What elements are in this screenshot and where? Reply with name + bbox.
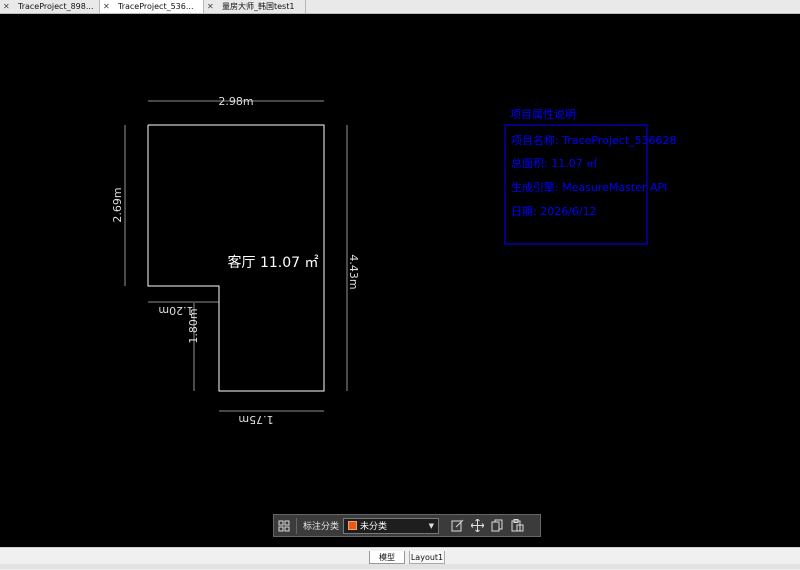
close-icon[interactable]: ✕	[103, 0, 110, 13]
document-tab-label: 量房大师_韩国test1	[222, 2, 295, 11]
dim-label-top: 2.98m	[218, 95, 253, 108]
copy-button[interactable]	[487, 516, 507, 536]
info-line-date: 日期: 2026/6/12	[511, 205, 597, 218]
document-tab-2[interactable]: ✕ TraceProject_536...	[100, 0, 204, 13]
document-tab-1[interactable]: ✕ TraceProject_898...	[0, 0, 100, 13]
dim-label-notch-horizontal: 1.20m	[158, 304, 193, 317]
move-button[interactable]	[467, 516, 487, 536]
chevron-down-icon: ▼	[428, 521, 435, 530]
status-strip	[0, 564, 800, 569]
tab-model[interactable]: 模型	[369, 551, 405, 564]
annotation-category-label: 标注分类	[303, 522, 340, 532]
category-value: 未分类	[360, 522, 388, 532]
copy-icon	[491, 519, 503, 532]
annotation-toolbar: 标注分类 未分类 ▼	[273, 514, 541, 537]
grid-view-button[interactable]	[274, 516, 294, 536]
annotation-category-select[interactable]: 未分类 ▼	[343, 517, 440, 534]
dim-label-bottom: 1.75m	[238, 413, 273, 426]
tab-layout1[interactable]: Layout1	[409, 551, 445, 564]
info-line-project: 项目名称: TraceProject_536628	[511, 133, 677, 147]
dim-label-left: 2.69m	[111, 187, 124, 222]
document-tab-3[interactable]: ✕ 量房大师_韩国test1	[204, 0, 306, 13]
edit-button[interactable]	[447, 516, 467, 536]
info-line-engine: 生成引擎: MeasureMaster API	[511, 180, 667, 194]
category-color-swatch	[348, 521, 358, 530]
info-line-area: 总面积: 11.07 ㎡	[511, 156, 597, 170]
grid-icon	[278, 520, 290, 531]
paste-button[interactable]	[507, 516, 527, 536]
document-tab-bar: ✕ TraceProject_898... ✕ TraceProject_536…	[0, 0, 800, 14]
cad-drawing-canvas[interactable]: 2.98m 2.69m 4.43m 1.80m 1.20m 1.75m 客厅 1…	[0, 14, 800, 547]
divider	[296, 517, 297, 534]
dim-label-right: 4.43m	[347, 254, 360, 289]
paste-icon	[511, 519, 524, 532]
close-icon[interactable]: ✕	[207, 0, 214, 13]
move-icon	[470, 519, 484, 532]
document-tab-label: TraceProject_898...	[18, 2, 94, 11]
document-tab-label: TraceProject_536...	[118, 2, 194, 11]
info-box-title: 项目属性说明	[510, 107, 576, 121]
room-label[interactable]: 客厅 11.07 ㎡	[228, 254, 319, 271]
close-icon[interactable]: ✕	[3, 0, 10, 13]
edit-icon	[451, 519, 463, 532]
